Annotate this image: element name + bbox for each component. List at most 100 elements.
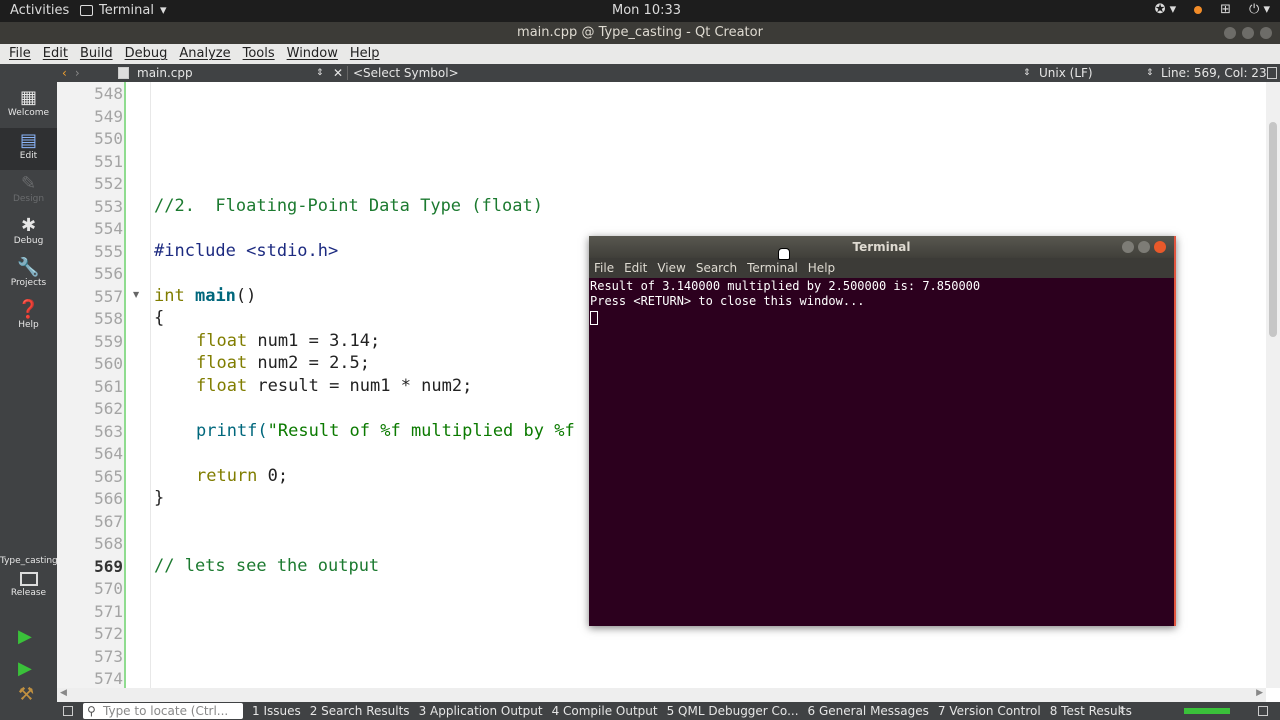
terminal-maximize-button[interactable] — [1138, 241, 1150, 253]
line-number: 548 — [94, 84, 123, 103]
terminal-menu-help[interactable]: Help — [808, 258, 835, 278]
open-document-selector[interactable]: main.cpp — [137, 64, 193, 82]
terminal-minimize-button[interactable] — [1122, 241, 1134, 253]
system-tray[interactable]: ✪ ▾ ⊞ ⏻ ▾ — [1155, 2, 1270, 17]
scroll-right-icon[interactable]: ▶ — [1256, 688, 1263, 698]
maximize-button[interactable] — [1242, 27, 1254, 39]
vertical-scrollbar[interactable] — [1266, 82, 1280, 688]
tab-version-control[interactable]: 7 Version Control — [938, 702, 1041, 720]
fold-arrow-icon[interactable]: ▼ — [133, 290, 139, 299]
code-text: 0; — [257, 466, 289, 486]
tab-application-output[interactable]: 3 Application Output — [419, 702, 543, 720]
terminal-menu-file[interactable]: File — [594, 258, 614, 278]
scroll-left-icon[interactable]: ◀ — [60, 688, 67, 698]
updown-arrows-icon[interactable]: ⇕ — [1146, 64, 1154, 82]
mode-edit[interactable]: ▤ Edit — [0, 128, 57, 170]
scrollbar-thumb[interactable] — [1269, 122, 1277, 337]
nav-arrows: ‹ › — [62, 64, 80, 82]
tab-search-results[interactable]: 2 Search Results — [310, 702, 410, 720]
line-number: 550 — [94, 129, 123, 148]
toggle-sidebar-icon[interactable] — [63, 706, 73, 716]
cpp-file-icon — [118, 67, 129, 79]
symbol-selector[interactable]: <Select Symbol> — [353, 64, 459, 82]
wrench-icon: 🔧 — [17, 257, 40, 278]
terminal-close-button[interactable] — [1154, 241, 1166, 253]
terminal-line: Press <RETURN> to close this window... — [590, 294, 865, 308]
keyword: float — [196, 331, 248, 351]
line-number: 562 — [94, 399, 123, 418]
cursor-position[interactable]: Line: 569, Col: 23 — [1161, 64, 1267, 82]
code-line: } — [154, 488, 165, 508]
clock[interactable]: Mon 10:33 — [612, 3, 681, 18]
mode-sidebar: ▦ Welcome ▤ Edit ✎ Design ✱ Debug 🔧 Proj… — [0, 64, 58, 705]
menu-build[interactable]: Build — [80, 44, 113, 64]
updown-arrows-icon[interactable]: ⇕ — [316, 64, 324, 82]
horizontal-scrollbar[interactable]: ◀ ▶ — [57, 688, 1266, 702]
terminal-menu-bar: File Edit View Search Terminal Help — [589, 258, 1174, 278]
terminal-menu-view[interactable]: View — [657, 258, 685, 278]
updown-arrows-icon[interactable]: ⇕ — [1118, 702, 1126, 720]
line-number-gutter: 548 549 550 551 552 553 554 555 556 557 … — [57, 82, 125, 688]
split-editor-icon[interactable] — [1267, 67, 1277, 79]
string-literal: "Result of %f multiplied by %f — [267, 421, 575, 441]
line-number: 571 — [94, 602, 123, 621]
mode-help[interactable]: ❓ Help — [0, 300, 57, 340]
tab-issues[interactable]: 1 Issues — [252, 702, 301, 720]
menu-debug[interactable]: Debug — [125, 44, 168, 64]
terminal-menu-edit[interactable]: Edit — [624, 258, 647, 278]
kit-selector[interactable]: Type_casting Release — [0, 556, 58, 598]
mode-label: Edit — [19, 151, 38, 161]
notification-dot-icon[interactable] — [1194, 5, 1203, 14]
mode-debug[interactable]: ✱ Debug — [0, 216, 57, 256]
current-line-number: 569 — [94, 557, 123, 576]
debug-run-icon[interactable]: ▶ — [18, 658, 32, 679]
preprocessor-directive: #include — [154, 241, 247, 261]
bug-icon: ✱ — [20, 215, 37, 236]
activities-button[interactable]: Activities — [10, 3, 69, 18]
mode-welcome[interactable]: ▦ Welcome — [0, 88, 57, 128]
menu-help[interactable]: Help — [350, 44, 380, 64]
app-menu[interactable]: Terminal ▾ — [80, 3, 166, 18]
terminal-window[interactable]: Terminal File Edit View Search Terminal … — [589, 236, 1176, 626]
close-document-icon[interactable]: ✕ — [333, 64, 343, 82]
mode-label: Debug — [13, 236, 44, 246]
menu-analyze[interactable]: Analyze — [179, 44, 230, 64]
forward-arrow-icon[interactable]: › — [75, 66, 80, 80]
toggle-output-pane-icon[interactable] — [1258, 706, 1268, 716]
line-number: 553 — [94, 197, 123, 216]
back-arrow-icon[interactable]: ‹ — [62, 66, 67, 80]
mode-label: Design — [12, 194, 45, 204]
locator-input[interactable]: ⚲ Type to locate (Ctrl... — [83, 703, 243, 719]
mode-projects[interactable]: 🔧 Projects — [0, 258, 57, 298]
line-ending-selector[interactable]: Unix (LF) — [1039, 64, 1093, 82]
network-icon[interactable]: ⊞ — [1220, 2, 1231, 17]
line-number: 572 — [94, 624, 123, 643]
menu-file[interactable]: File — [9, 44, 31, 64]
terminal-menu-search[interactable]: Search — [696, 258, 737, 278]
function-call: printf( — [196, 421, 268, 441]
updown-arrows-icon[interactable]: ⇕ — [1023, 64, 1031, 82]
power-icon[interactable]: ⏻ ▾ — [1249, 2, 1270, 17]
tab-qml-debugger[interactable]: 5 QML Debugger Co... — [667, 702, 799, 720]
tab-compile-output[interactable]: 4 Compile Output — [552, 702, 658, 720]
line-number: 551 — [94, 152, 123, 171]
line-number: 565 — [94, 467, 123, 486]
accessibility-icon[interactable]: ✪ ▾ — [1155, 2, 1177, 17]
code-text: num2 = 2.5; — [247, 353, 371, 373]
menu-window[interactable]: Window — [287, 44, 338, 64]
terminal-title-bar[interactable]: Terminal — [589, 236, 1174, 258]
menu-edit[interactable]: Edit — [43, 44, 68, 64]
terminal-menu-terminal[interactable]: Terminal — [747, 258, 798, 278]
tab-general-messages[interactable]: 6 General Messages — [808, 702, 929, 720]
window-title-bar: main.cpp @ Type_casting - Qt Creator — [0, 22, 1280, 44]
minimize-button[interactable] — [1224, 27, 1236, 39]
close-button[interactable] — [1260, 27, 1272, 39]
line-number: 561 — [94, 377, 123, 396]
line-number: 552 — [94, 174, 123, 193]
run-icon[interactable]: ▶ — [18, 626, 32, 647]
terminal-output[interactable]: Result of 3.140000 multiplied by 2.50000… — [589, 279, 1174, 626]
build-progress-bar — [1184, 708, 1230, 714]
code-text: num1 = 3.14; — [247, 331, 381, 351]
code-line: printf("Result of %f multiplied by %f — [196, 421, 575, 441]
menu-tools[interactable]: Tools — [243, 44, 275, 64]
